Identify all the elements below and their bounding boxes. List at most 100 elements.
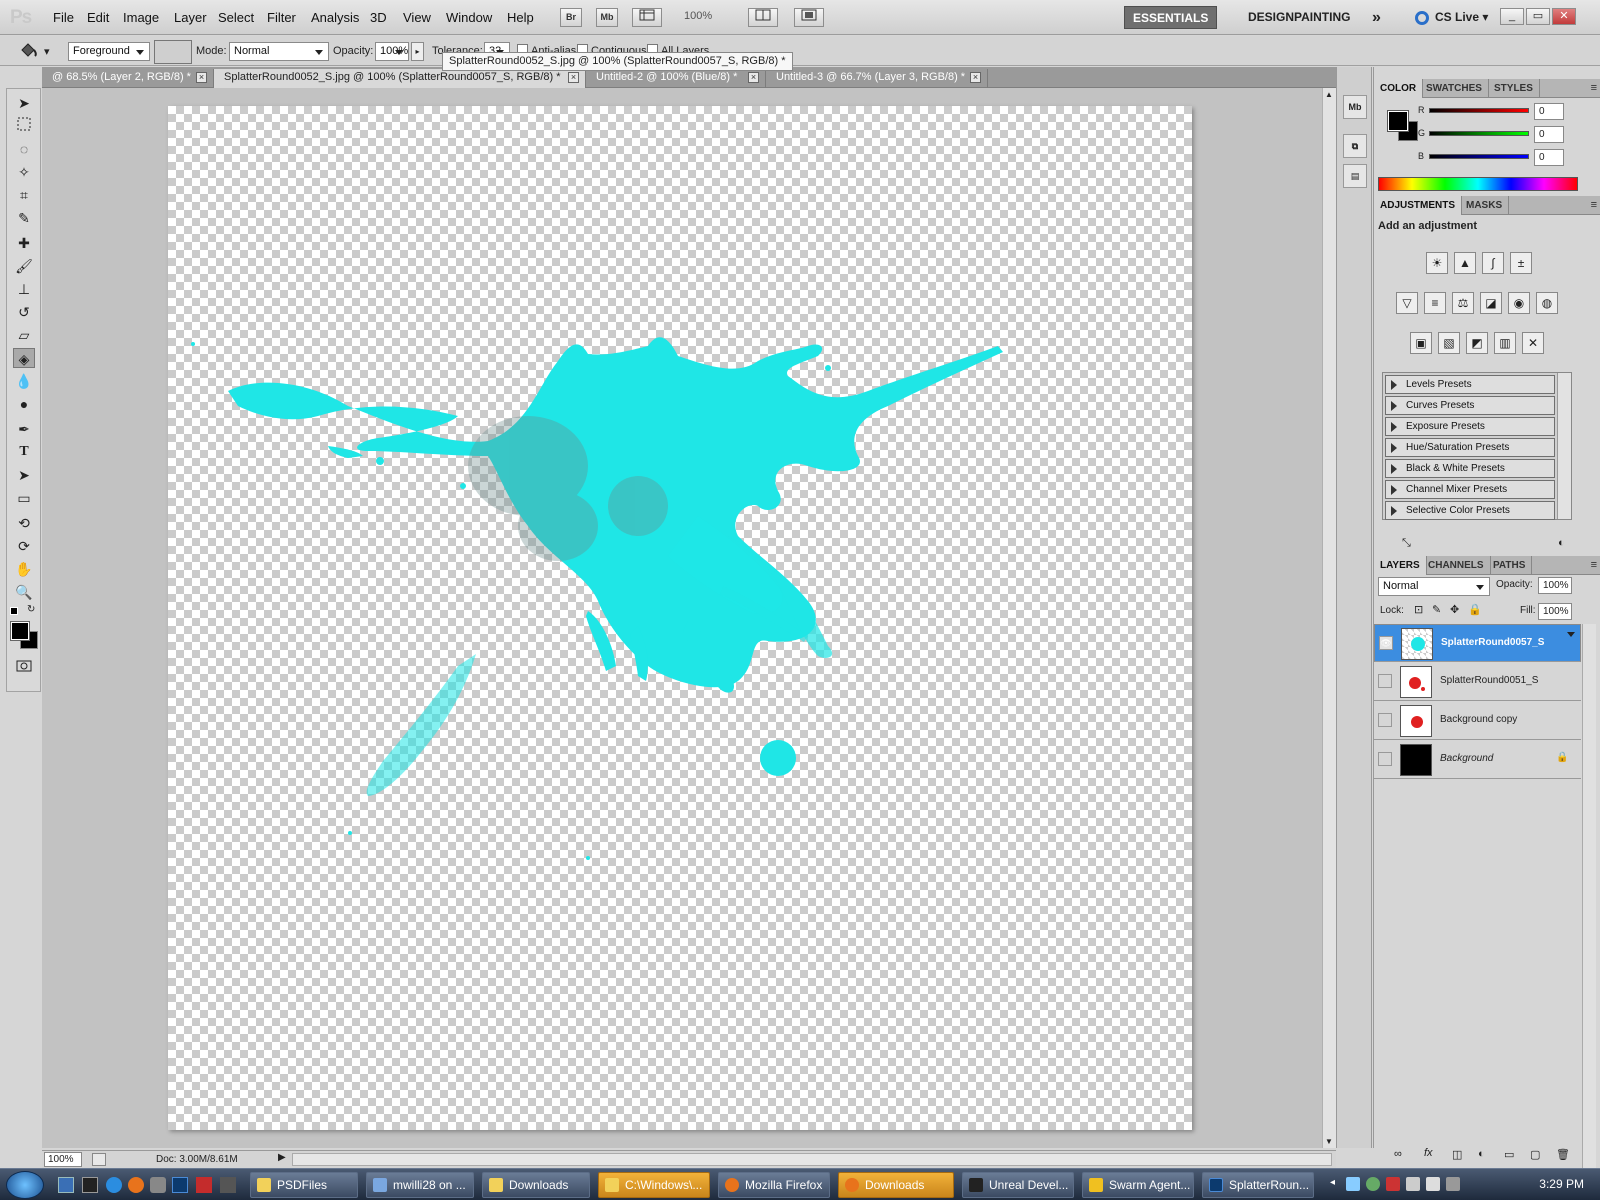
type-tool-icon[interactable]: T <box>13 442 35 462</box>
vertical-scrollbar[interactable]: ▲ ▼ <box>1322 88 1336 1148</box>
vibrance-icon[interactable]: ▽ <box>1396 292 1418 314</box>
screen-mode-button[interactable] <box>794 8 824 27</box>
opacity-slider-arrow-icon[interactable]: ▸ <box>411 42 424 61</box>
start-button-icon[interactable] <box>6 1171 44 1199</box>
delete-layer-icon[interactable]: 🗑 <box>1556 1148 1570 1161</box>
taskbar-item[interactable]: SplatterRoun... <box>1202 1172 1314 1198</box>
menu-help[interactable]: Help <box>507 10 534 25</box>
g-value[interactable]: 0 <box>1534 126 1564 143</box>
b-value[interactable]: 0 <box>1534 149 1564 166</box>
layer-row[interactable]: Background copy <box>1374 702 1581 740</box>
status-info-icon[interactable] <box>92 1153 106 1166</box>
photo-filter-icon[interactable]: ◉ <box>1508 292 1530 314</box>
black-white-icon[interactable]: ◪ <box>1480 292 1502 314</box>
menu-select[interactable]: Select <box>218 10 254 25</box>
layers-scrollbar[interactable] <box>1582 624 1596 1200</box>
panel-menu-icon[interactable]: ≡ <box>1591 199 1597 211</box>
posterize-icon[interactable]: ▧ <box>1438 332 1460 354</box>
utility-icon[interactable] <box>150 1177 166 1193</box>
menu-window[interactable]: Window <box>446 10 492 25</box>
pattern-picker[interactable] <box>154 40 192 64</box>
layer-name[interactable]: SplatterRound0057_S <box>1441 637 1544 648</box>
presets-scrollbar[interactable] <box>1557 373 1571 519</box>
taskbar-item[interactable]: Downloads <box>482 1172 590 1198</box>
layer-name[interactable]: Background copy <box>1440 714 1517 725</box>
blend-mode-select[interactable]: Normal <box>1378 577 1490 596</box>
layer-row[interactable]: Background 🔒 <box>1374 741 1581 779</box>
tab-layers[interactable]: LAYERS <box>1374 556 1427 575</box>
panel-menu-icon[interactable]: ≡ <box>1591 559 1597 571</box>
visibility-toggle[interactable] <box>1378 674 1392 688</box>
close-icon[interactable]: × <box>970 72 981 83</box>
channel-mixer-icon[interactable]: ◍ <box>1536 292 1558 314</box>
tab-adjustments[interactable]: ADJUSTMENTS <box>1374 196 1463 215</box>
list-item[interactable]: Levels Presets <box>1385 375 1555 394</box>
clone-stamp-tool-icon[interactable]: ⊥ <box>13 279 35 299</box>
menu-file[interactable]: File <box>53 10 74 25</box>
healing-brush-tool-icon[interactable]: ✚ <box>13 233 35 253</box>
network-icon[interactable] <box>1406 1177 1420 1191</box>
taskbar-item[interactable]: C:\Windows\... <box>598 1172 710 1198</box>
add-mask-icon[interactable]: ◫ <box>1452 1148 1462 1161</box>
menu-analysis[interactable]: Analysis <box>311 10 359 25</box>
workspace-painting[interactable]: PAINTING <box>1286 6 1358 29</box>
hue-saturation-icon[interactable]: ≡ <box>1424 292 1446 314</box>
tab-channels[interactable]: CHANNELS <box>1422 556 1491 575</box>
menu-edit[interactable]: Edit <box>87 10 109 25</box>
brightness-contrast-icon[interactable]: ☀ <box>1426 252 1448 274</box>
tab-document-1[interactable]: @ 68.5% (Layer 2, RGB/8) * × <box>42 69 214 88</box>
lasso-tool-icon[interactable]: ◌ <box>13 139 35 159</box>
invert-icon[interactable]: ▣ <box>1410 332 1432 354</box>
taskbar-item[interactable]: Unreal Devel... <box>962 1172 1074 1198</box>
tray-icon-3[interactable] <box>1386 1177 1400 1191</box>
fill-input[interactable]: 100% <box>1538 603 1572 620</box>
taskbar-item[interactable]: Downloads <box>838 1172 954 1198</box>
g-slider[interactable] <box>1429 131 1529 136</box>
quick-mask-icon[interactable] <box>13 657 35 677</box>
pen-tool-icon[interactable]: ✒ <box>13 419 35 439</box>
status-menu-arrow-icon[interactable]: ▶ <box>278 1152 286 1163</box>
paint-bucket-icon[interactable] <box>18 41 40 61</box>
foreground-color-swatch[interactable] <box>10 621 30 641</box>
curves-icon[interactable]: ∫ <box>1482 252 1504 274</box>
menu-3d[interactable]: 3D <box>370 10 387 25</box>
list-item[interactable]: Exposure Presets <box>1385 417 1555 436</box>
firefox-icon[interactable] <box>128 1177 144 1193</box>
lock-pixels-icon[interactable]: ✎ <box>1432 603 1441 616</box>
photoshop-quicklaunch-icon[interactable] <box>172 1177 188 1193</box>
volume-icon[interactable] <box>1426 1177 1440 1191</box>
scroll-down-icon[interactable]: ▼ <box>1325 1137 1333 1146</box>
return-to-list-icon[interactable]: ⤡ <box>1402 537 1411 550</box>
layer-name[interactable]: Background <box>1440 753 1493 764</box>
minibridge-button[interactable]: Mb <box>596 8 618 27</box>
list-item[interactable]: Hue/Saturation Presets <box>1385 438 1555 457</box>
swap-colors-icon[interactable]: ↻ <box>27 604 35 615</box>
clip-to-layer-icon[interactable]: ◐ <box>1558 537 1565 549</box>
zoom-tool-icon[interactable]: 🔍 <box>13 582 35 602</box>
close-button[interactable]: ✕ <box>1552 8 1576 25</box>
menu-view[interactable]: View <box>403 10 431 25</box>
bridge-button[interactable]: Br <box>560 8 582 27</box>
link-layers-icon[interactable]: ∞ <box>1394 1148 1402 1160</box>
tray-expand-icon[interactable]: ◂ <box>1330 1177 1335 1188</box>
dodge-tool-icon[interactable]: ● <box>13 394 35 414</box>
minibridge-dock-button[interactable]: Mb <box>1343 95 1367 119</box>
visibility-toggle[interactable] <box>1378 713 1392 727</box>
r-value[interactable]: 0 <box>1534 103 1564 120</box>
tab-masks[interactable]: MASKS <box>1460 196 1510 215</box>
tray-icon-6[interactable] <box>1446 1177 1460 1191</box>
tab-document-3[interactable]: Untitled-2 @ 100% (Blue/8) * × <box>586 69 766 88</box>
list-item[interactable]: Channel Mixer Presets <box>1385 480 1555 499</box>
color-balance-icon[interactable]: ⚖ <box>1452 292 1474 314</box>
list-item[interactable]: Black & White Presets <box>1385 459 1555 478</box>
blur-tool-icon[interactable]: 💧 <box>13 371 35 391</box>
layer-name[interactable]: SplatterRound0051_S <box>1440 675 1538 686</box>
crop-tool-icon[interactable]: ⌗ <box>13 185 35 205</box>
horizontal-scrollbar[interactable] <box>292 1153 1332 1166</box>
clock[interactable]: 3:29 PM <box>1539 1177 1584 1191</box>
marquee-tool-icon[interactable] <box>13 116 35 136</box>
taskbar-item[interactable]: Mozilla Firefox <box>718 1172 830 1198</box>
zoom-level[interactable]: 100% <box>684 10 712 22</box>
mode-select[interactable]: Normal <box>229 42 329 61</box>
list-item[interactable]: Selective Color Presets <box>1385 501 1555 520</box>
